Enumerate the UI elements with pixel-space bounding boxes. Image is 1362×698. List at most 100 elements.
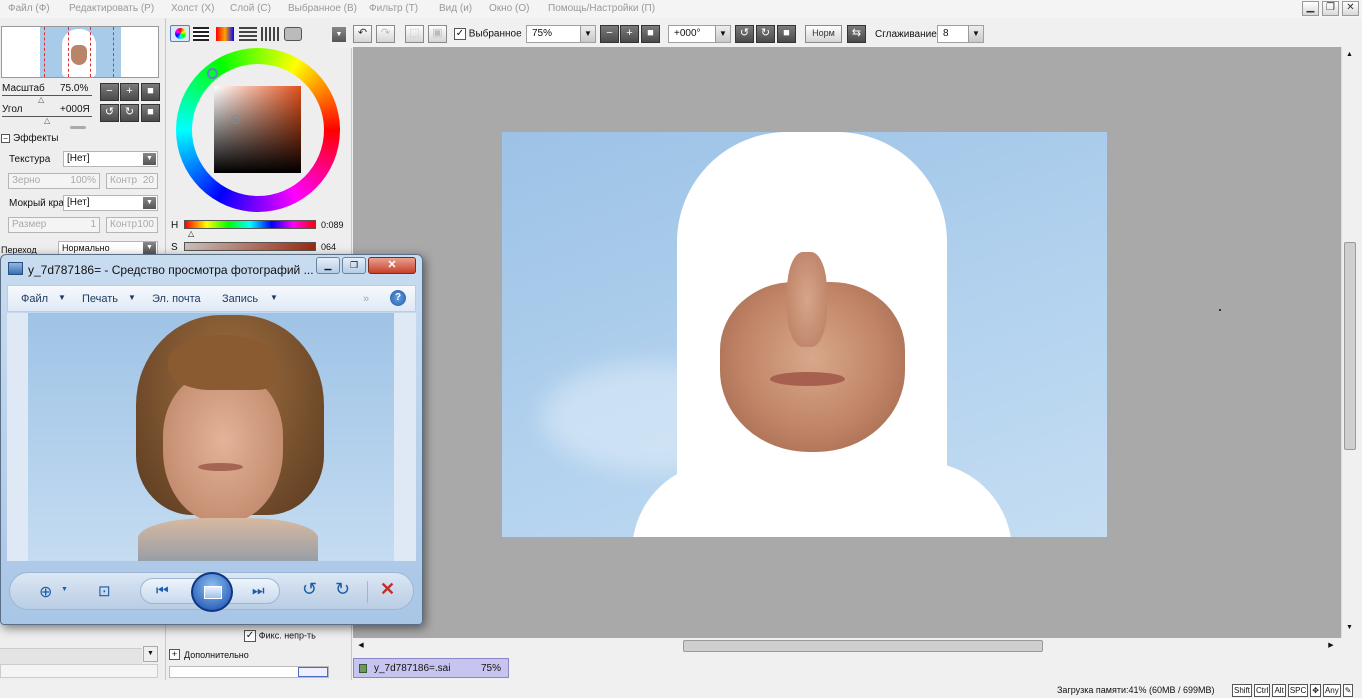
wet-edge-select[interactable]: [Нет] ▼: [63, 195, 158, 211]
expand-plus-icon[interactable]: +: [169, 649, 180, 660]
viewer-menu-print[interactable]: Печать: [82, 293, 118, 305]
viewer-maximize-button[interactable]: ❐: [342, 257, 366, 274]
viewer-menu-email[interactable]: Эл. почта: [152, 293, 201, 305]
photo-display[interactable]: [7, 313, 416, 561]
slideshow-button[interactable]: [191, 572, 233, 612]
drawing-canvas[interactable]: [502, 132, 1107, 537]
scale-slider-thumb[interactable]: △: [38, 95, 44, 104]
texture-select[interactable]: [Нет] ▼: [63, 151, 158, 167]
swatches-tab-icon[interactable]: [239, 27, 257, 41]
zoom-out-button[interactable]: −: [100, 83, 119, 101]
slideshow-icon: [204, 586, 222, 599]
rotate-left-button[interactable]: ↺: [100, 104, 119, 122]
fix-opacity-checkbox[interactable]: ✓ Фикс. непр-ть: [244, 630, 316, 642]
chevron-down-icon[interactable]: ▼: [58, 293, 66, 302]
undo-button[interactable]: ↶: [353, 25, 372, 43]
toolbar-zoom-in-button[interactable]: +: [620, 25, 639, 43]
vertical-scrollbar[interactable]: ▲ ▼: [1341, 47, 1357, 638]
close-button[interactable]: ✕: [1342, 1, 1359, 16]
navigator-preview[interactable]: [1, 26, 159, 78]
menu-window[interactable]: Окно (О): [489, 3, 529, 14]
horizontal-scrollbar[interactable]: ◀ ▶: [353, 638, 1341, 654]
scroll-down-arrow-icon[interactable]: ▼: [143, 646, 158, 662]
blend-select[interactable]: Нормально ▼: [58, 241, 158, 255]
flip-horizontal-button[interactable]: ⇆: [847, 25, 866, 43]
scroll-right-arrow-icon[interactable]: ▶: [1325, 640, 1337, 652]
document-tab[interactable]: y_7d787186=.sai 75%: [353, 658, 509, 678]
deselect-button[interactable]: ⬚: [405, 25, 424, 43]
layer-hscroll[interactable]: [0, 664, 158, 678]
next-icon[interactable]: ⏭: [252, 582, 265, 599]
angle-combo[interactable]: +000° ▼: [668, 25, 731, 43]
scroll-down-arrow-icon[interactable]: ▼: [1344, 622, 1355, 633]
viewer-menu-file[interactable]: Файл: [21, 293, 48, 305]
viewer-minimize-button[interactable]: ▁: [316, 257, 340, 274]
hue-slider[interactable]: [184, 220, 316, 229]
toolbar-rotate-left-button[interactable]: ↺: [735, 25, 754, 43]
chevron-down-icon: ▼: [968, 26, 983, 42]
angle-combo-value: +000°: [674, 28, 701, 39]
scroll-up-arrow-icon[interactable]: ▲: [1344, 49, 1355, 60]
vertical-scroll-thumb[interactable]: [1344, 242, 1356, 450]
toolbar-zoom-reset-button[interactable]: ■: [641, 25, 660, 43]
color-wheel-tab[interactable]: [170, 25, 190, 42]
menu-file[interactable]: Файл (Ф): [8, 3, 50, 14]
menu-view[interactable]: Вид (и): [439, 3, 472, 14]
actual-size-icon[interactable]: ⊡: [98, 582, 111, 600]
chevron-down-icon[interactable]: ▼: [128, 293, 136, 302]
horizontal-scroll-thumb[interactable]: [683, 640, 1043, 652]
chevron-down-icon[interactable]: ▼: [61, 586, 68, 593]
move-icon: ✥: [1310, 684, 1321, 697]
delete-icon[interactable]: ✕: [380, 579, 395, 600]
invert-selection-button[interactable]: ▣: [428, 25, 447, 43]
zoom-combo[interactable]: 75% ▼: [526, 25, 596, 43]
toolbar-menu-chevron-icon[interactable]: ▼: [332, 27, 346, 42]
toolbar-rotate-reset-button[interactable]: ■: [777, 25, 796, 43]
angle-slider-thumb[interactable]: △: [44, 116, 50, 125]
menu-edit[interactable]: Редактировать (Р): [69, 3, 154, 14]
hsv-slider-tab-icon[interactable]: [216, 27, 234, 41]
color-history-tab-icon[interactable]: [284, 27, 302, 41]
chevron-down-icon[interactable]: ▼: [270, 293, 278, 302]
maximize-button[interactable]: ❐: [1322, 1, 1339, 16]
show-selection-checkbox[interactable]: ✓ Выбранное: [454, 28, 522, 40]
hue-marker[interactable]: [207, 68, 218, 79]
brush-size-selected[interactable]: [298, 667, 328, 677]
overflow-chevron-icon[interactable]: »: [363, 293, 369, 305]
effects-collapse-icon[interactable]: −: [1, 134, 10, 143]
zoom-reset-button[interactable]: ■: [141, 83, 160, 101]
hue-slider-thumb[interactable]: △: [188, 229, 194, 238]
panel-grip[interactable]: [70, 126, 86, 129]
rotate-reset-button[interactable]: ■: [141, 104, 160, 122]
rotate-right-button[interactable]: ↻: [120, 104, 139, 122]
brush-size-strip[interactable]: [169, 666, 329, 678]
rgb-slider-tab-icon[interactable]: [193, 27, 209, 41]
redo-button[interactable]: ↷: [376, 25, 395, 43]
scratchpad-tab-icon[interactable]: [261, 27, 279, 41]
menu-canvas[interactable]: Холст (Х): [171, 3, 214, 14]
norm-button[interactable]: Норм: [805, 25, 842, 43]
toolbar-zoom-out-button[interactable]: −: [600, 25, 619, 43]
viewer-close-button[interactable]: ✕: [368, 257, 416, 274]
sv-marker[interactable]: [231, 115, 240, 124]
smoothing-combo[interactable]: 8 ▼: [937, 25, 984, 43]
rotate-counterclockwise-icon[interactable]: ↺: [302, 579, 317, 600]
toolbar-rotate-right-button[interactable]: ↻: [756, 25, 775, 43]
saturation-slider[interactable]: [184, 242, 316, 251]
menu-help[interactable]: Помощь/Настройки (П): [548, 3, 655, 14]
zoom-magnifier-icon[interactable]: ⊕: [39, 582, 52, 602]
canvas-viewport[interactable]: [353, 47, 1341, 638]
menu-selection[interactable]: Выбранное (В): [288, 3, 357, 14]
previous-icon[interactable]: ⏮: [156, 582, 169, 599]
viewer-menu-burn[interactable]: Запись: [222, 293, 258, 305]
scroll-left-arrow-icon[interactable]: ◀: [355, 640, 367, 652]
menu-filter[interactable]: Фильтр (Т): [369, 3, 418, 14]
zoom-in-button[interactable]: +: [120, 83, 139, 101]
saturation-value-square[interactable]: [214, 86, 301, 173]
rotate-clockwise-icon[interactable]: ↻: [335, 579, 350, 600]
photo-viewer-window[interactable]: y_7d787186= - Средство просмотра фотогра…: [0, 254, 423, 625]
minimize-button[interactable]: ▁: [1302, 1, 1319, 16]
help-icon[interactable]: ?: [390, 290, 406, 306]
scale-slider[interactable]: [2, 95, 92, 96]
menu-layer[interactable]: Слой (С): [230, 3, 271, 14]
